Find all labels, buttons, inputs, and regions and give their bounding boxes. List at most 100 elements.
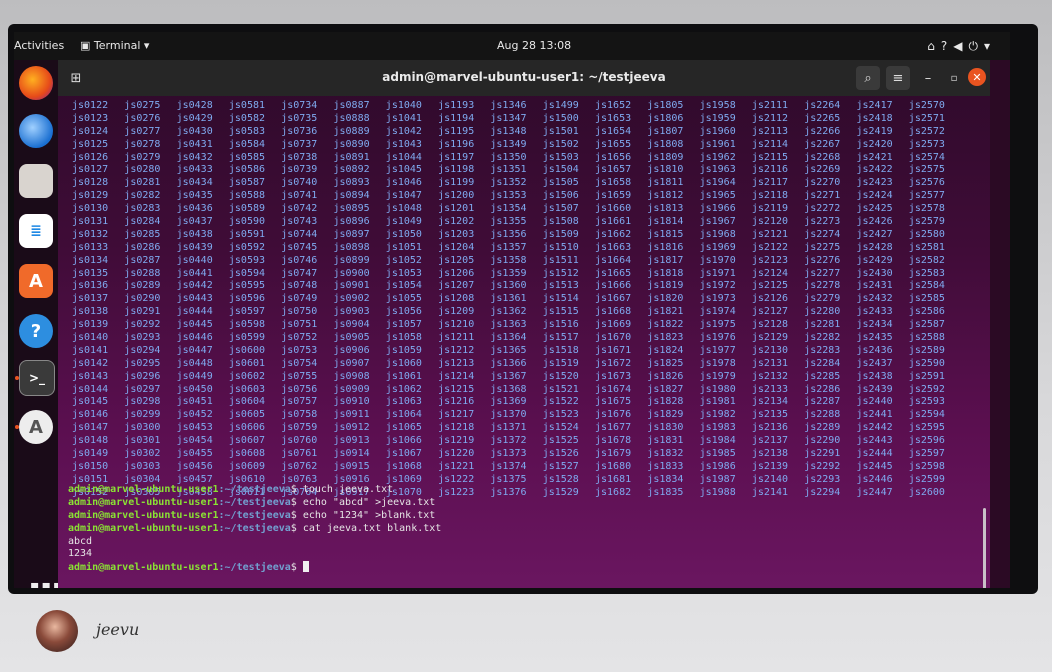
file-name: js0449 (176, 370, 213, 382)
file-name: js0445 (176, 319, 213, 331)
file-name: js1963 (699, 164, 736, 176)
file-name: js0455 (176, 448, 213, 460)
command-text: cat jeeva.txt blank.txt (302, 522, 442, 534)
file-name: js1062 (385, 383, 422, 395)
file-name: js1672 (595, 357, 632, 369)
file-name: js2573 (908, 138, 945, 150)
file-column: js2111 js2112 js2113 js2114 js2115 js2116 js21… (752, 100, 788, 500)
file-name: js2588 (908, 332, 945, 344)
software-icon[interactable]: A (19, 264, 53, 298)
file-name: js0450 (176, 383, 213, 395)
thunderbird-icon[interactable] (19, 114, 53, 148)
file-name: js0596 (228, 293, 266, 305)
file-name: js2423 (856, 177, 893, 189)
file-name: js2268 (804, 151, 841, 163)
file-name: js1655 (595, 138, 632, 150)
file-name: js0290 (124, 293, 161, 305)
file-name: js2285 (804, 370, 841, 382)
file-name: js2291 (804, 448, 841, 460)
file-name: js1198 (438, 164, 475, 176)
file-name: js1050 (385, 228, 422, 240)
file-name: js0906 (333, 344, 370, 356)
file-name: js0432 (176, 151, 213, 163)
file-name: js0587 (228, 177, 266, 189)
file-name: js2114 (751, 138, 789, 150)
file-name: js1679 (595, 448, 632, 460)
terminal-area[interactable]: js0122 js0123 js0124 js0125 js0126 js0127 js01… (58, 96, 990, 588)
file-name: js0444 (176, 306, 213, 318)
file-name: js0758 (281, 409, 318, 421)
file-name: js1362 (490, 306, 527, 318)
file-name: js1825 (647, 357, 684, 369)
file-name: js0275 (124, 100, 161, 111)
file-name: js1205 (438, 254, 475, 266)
file-name: js1204 (438, 241, 475, 253)
file-name: js1966 (699, 203, 736, 215)
file-name: js1831 (647, 435, 684, 447)
volume-icon: ◀ (953, 39, 969, 53)
file-name: js1808 (647, 138, 684, 150)
files-icon[interactable] (19, 164, 53, 198)
prompt-symbol: $ (290, 484, 297, 495)
app-menu-terminal[interactable]: ▣ Terminal ▾ (80, 39, 149, 52)
file-name: js2123 (751, 254, 789, 266)
file-name: js2589 (908, 344, 945, 356)
file-name: js0456 (176, 460, 213, 472)
file-name: js0734 (281, 100, 318, 111)
file-name: js0292 (124, 319, 161, 331)
file-name: js2597 (908, 448, 945, 460)
command-history: admin@marvel-ubuntu-user1:~/testjeeva$ t… (68, 484, 441, 574)
file-name: js2428 (856, 241, 893, 253)
file-name: js1669 (595, 319, 632, 331)
file-name: js2119 (751, 203, 789, 215)
file-name: js2587 (908, 319, 945, 331)
file-name: js0148 (72, 435, 109, 447)
file-name: js1371 (490, 422, 527, 434)
file-name: js0139 (72, 319, 109, 331)
file-name: js1827 (647, 383, 684, 395)
file-name: js1052 (385, 254, 422, 266)
clock[interactable]: Aug 28 13:08 (497, 39, 571, 52)
scrollbar[interactable] (983, 508, 986, 588)
file-name: js0755 (281, 370, 318, 382)
file-name: js1526 (542, 448, 579, 460)
file-name: js2422 (856, 164, 893, 176)
file-name: js0594 (228, 267, 266, 279)
activities-button[interactable]: Activities (14, 39, 64, 52)
file-name: js1985 (699, 448, 736, 460)
maximize-icon[interactable]: ▫ (942, 66, 966, 90)
file-name: js2288 (804, 409, 841, 421)
file-name: js2132 (751, 370, 789, 382)
file-name: js1988 (699, 486, 736, 498)
close-icon[interactable]: ✕ (968, 68, 986, 86)
file-name: js1667 (595, 293, 632, 305)
file-name: js0430 (176, 125, 213, 137)
search-icon[interactable]: ⌕ (856, 66, 880, 90)
writer-icon[interactable]: ≣ (19, 214, 53, 248)
file-name: js0122 (72, 100, 109, 111)
file-name: js1051 (385, 241, 422, 253)
updater-icon[interactable]: A (19, 410, 53, 444)
file-name: js2278 (804, 280, 841, 292)
minimize-icon[interactable]: – (916, 66, 940, 90)
file-name: js0435 (176, 190, 213, 202)
file-name: js1986 (699, 460, 736, 472)
file-name: js1959 (699, 112, 736, 124)
file-name: js0429 (176, 112, 213, 124)
file-name: js0285 (124, 228, 161, 240)
firefox-icon[interactable] (19, 66, 53, 100)
file-name: js2141 (751, 486, 789, 498)
terminal-icon[interactable]: >_ (19, 360, 55, 396)
file-name: js0735 (281, 112, 318, 124)
file-name: js2286 (804, 383, 841, 395)
command-text: echo "1234" >blank.txt (302, 509, 436, 521)
file-name: js2424 (856, 190, 893, 202)
help-icon[interactable]: ? (19, 314, 53, 348)
file-name: js1200 (438, 190, 475, 202)
active-prompt-line[interactable]: admin@marvel-ubuntu-user1:~/testjeeva$ (68, 561, 441, 574)
menu-icon[interactable]: ≡ (886, 66, 910, 90)
file-name: js1351 (490, 164, 527, 176)
system-tray[interactable]: ⌂?◀⏻▾ (927, 39, 996, 54)
prompt-path: :~/testjeeva (218, 562, 291, 574)
file-name: js1514 (542, 293, 579, 305)
